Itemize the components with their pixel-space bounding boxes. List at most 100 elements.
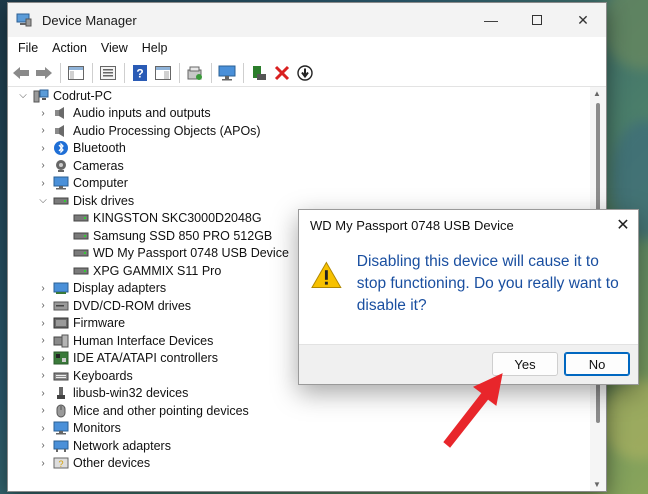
- usb-icon: [53, 386, 69, 400]
- toolbar-separator: [124, 62, 125, 83]
- tree-category-label: Audio Processing Objects (APOs): [73, 123, 261, 138]
- tree-category-network-adapter[interactable]: › Network adapters: [8, 437, 590, 455]
- disk-drive-icon: [73, 246, 89, 260]
- properties-button[interactable]: [97, 62, 119, 84]
- maximize-icon: [532, 15, 542, 25]
- menu-help[interactable]: Help: [135, 41, 175, 55]
- expand-chevron-icon[interactable]: ›: [37, 335, 49, 346]
- tree-category-label: DVD/CD-ROM drives: [73, 298, 192, 313]
- help-icon: ?: [133, 64, 147, 81]
- dialog-footer: Yes No: [299, 344, 638, 384]
- close-button[interactable]: ✕: [560, 3, 606, 37]
- computer-icon: [53, 176, 69, 190]
- tree-category-computer[interactable]: › Computer: [8, 175, 590, 193]
- tree-category-disk-drive[interactable]: ⌵ Disk drives: [8, 192, 590, 210]
- collapse-chevron-icon[interactable]: ⌵: [17, 90, 29, 101]
- expand-chevron-icon[interactable]: ›: [37, 405, 49, 416]
- tree-category-other-devices[interactable]: ›? Other devices: [8, 455, 590, 473]
- tree-device-label: KINGSTON SKC3000D2048G: [93, 211, 262, 226]
- action-pane-button[interactable]: [152, 62, 174, 84]
- help-button[interactable]: ?: [129, 62, 151, 84]
- tree-root[interactable]: ⌵ Codrut-PC: [8, 87, 590, 105]
- toolbar-separator: [211, 62, 212, 83]
- expand-chevron-icon[interactable]: ›: [37, 300, 49, 311]
- tree-category-label: Computer: [73, 176, 128, 191]
- tree-category-monitor[interactable]: › Monitors: [8, 420, 590, 438]
- tree-root-label: Codrut-PC: [53, 88, 113, 103]
- tree-category-camera[interactable]: › Cameras: [8, 157, 590, 175]
- back-button[interactable]: [10, 62, 32, 84]
- dialog-body: Disabling this device will cause it to s…: [299, 240, 638, 347]
- tree-device-label: XPG GAMMIX S11 Pro: [93, 263, 222, 278]
- forward-button[interactable]: [33, 62, 55, 84]
- toolbar-separator: [179, 62, 180, 83]
- tree-category-label: Human Interface Devices: [73, 333, 214, 348]
- tree-category-label: Keyboards: [73, 368, 133, 383]
- tree-category-speaker[interactable]: › Audio inputs and outputs: [8, 105, 590, 123]
- scroll-down-icon[interactable]: ▼: [593, 480, 601, 489]
- action-pane-icon: [155, 65, 171, 80]
- tree-category-label: Mice and other pointing devices: [73, 403, 249, 418]
- window-title: Device Manager: [42, 12, 137, 28]
- hid-icon: [53, 334, 69, 348]
- show-hide-console-tree-icon: [68, 65, 84, 80]
- expand-chevron-icon[interactable]: ›: [37, 388, 49, 399]
- update-driver-button[interactable]: [248, 62, 270, 84]
- expand-chevron-icon[interactable]: ›: [37, 370, 49, 381]
- expand-chevron-icon[interactable]: ›: [37, 458, 49, 469]
- tree-device-label: Samsung SSD 850 PRO 512GB: [93, 228, 273, 243]
- mouse-icon: [53, 404, 69, 418]
- menu-bar: File Action View Help: [8, 37, 606, 59]
- properties-icon: [100, 65, 116, 80]
- tree-category-label: Audio inputs and outputs: [73, 106, 211, 121]
- expand-chevron-icon[interactable]: ›: [37, 125, 49, 136]
- monitor-icon: [218, 65, 236, 80]
- minimize-button[interactable]: —: [468, 3, 514, 37]
- collapse-chevron-icon[interactable]: ⌵: [37, 195, 49, 206]
- toolbar-separator: [60, 62, 61, 83]
- tree-category-bluetooth[interactable]: › Bluetooth: [8, 140, 590, 158]
- back-icon: [13, 66, 29, 79]
- dvd-icon: [53, 299, 69, 313]
- disk-drive-icon: [73, 229, 89, 243]
- other-devices-icon: ?: [53, 456, 69, 470]
- scan-hardware-icon: [187, 66, 202, 80]
- expand-chevron-icon[interactable]: ›: [37, 143, 49, 154]
- expand-chevron-icon[interactable]: ›: [37, 178, 49, 189]
- forward-icon: [36, 66, 52, 79]
- uninstall-device-button[interactable]: [271, 62, 293, 84]
- tree-category-label: libusb-win32 devices: [73, 386, 189, 401]
- expand-chevron-icon[interactable]: ›: [37, 108, 49, 119]
- tree-category-speaker[interactable]: › Audio Processing Objects (APOs): [8, 122, 590, 140]
- tree-category-label: Display adapters: [73, 281, 167, 296]
- expand-chevron-icon[interactable]: ›: [37, 318, 49, 329]
- menu-file[interactable]: File: [11, 41, 45, 55]
- disable-device-icon: [297, 64, 313, 81]
- speaker-icon: [53, 106, 69, 120]
- dialog-message: Disabling this device will cause it to s…: [356, 253, 619, 314]
- tree-category-label: Other devices: [73, 456, 151, 471]
- monitor-button[interactable]: [216, 62, 238, 84]
- disable-device-button[interactable]: [294, 62, 316, 84]
- yes-button[interactable]: Yes: [492, 352, 558, 376]
- tree-category-label: Firmware: [73, 316, 126, 331]
- tree-category-mouse[interactable]: › Mice and other pointing devices: [8, 402, 590, 420]
- menu-view[interactable]: View: [94, 41, 135, 55]
- expand-chevron-icon[interactable]: ›: [37, 440, 49, 451]
- menu-action[interactable]: Action: [45, 41, 94, 55]
- dialog-close-button[interactable]: ✕: [608, 210, 638, 240]
- toolbar: ?: [8, 59, 606, 87]
- expand-chevron-icon[interactable]: ›: [37, 423, 49, 434]
- scroll-up-icon[interactable]: ▲: [593, 89, 601, 98]
- no-button[interactable]: No: [564, 352, 630, 376]
- expand-chevron-icon[interactable]: ›: [37, 353, 49, 364]
- show-hide-console-tree-button[interactable]: [65, 62, 87, 84]
- toolbar-separator: [92, 62, 93, 83]
- tree-category-label: Network adapters: [73, 438, 171, 453]
- maximize-button[interactable]: [514, 3, 560, 37]
- expand-chevron-icon[interactable]: ›: [37, 283, 49, 294]
- expand-chevron-icon[interactable]: ›: [37, 160, 49, 171]
- scan-hardware-button[interactable]: [184, 62, 206, 84]
- tree-category-label: Bluetooth: [73, 141, 126, 156]
- tree-category-usb[interactable]: › libusb-win32 devices: [8, 385, 590, 403]
